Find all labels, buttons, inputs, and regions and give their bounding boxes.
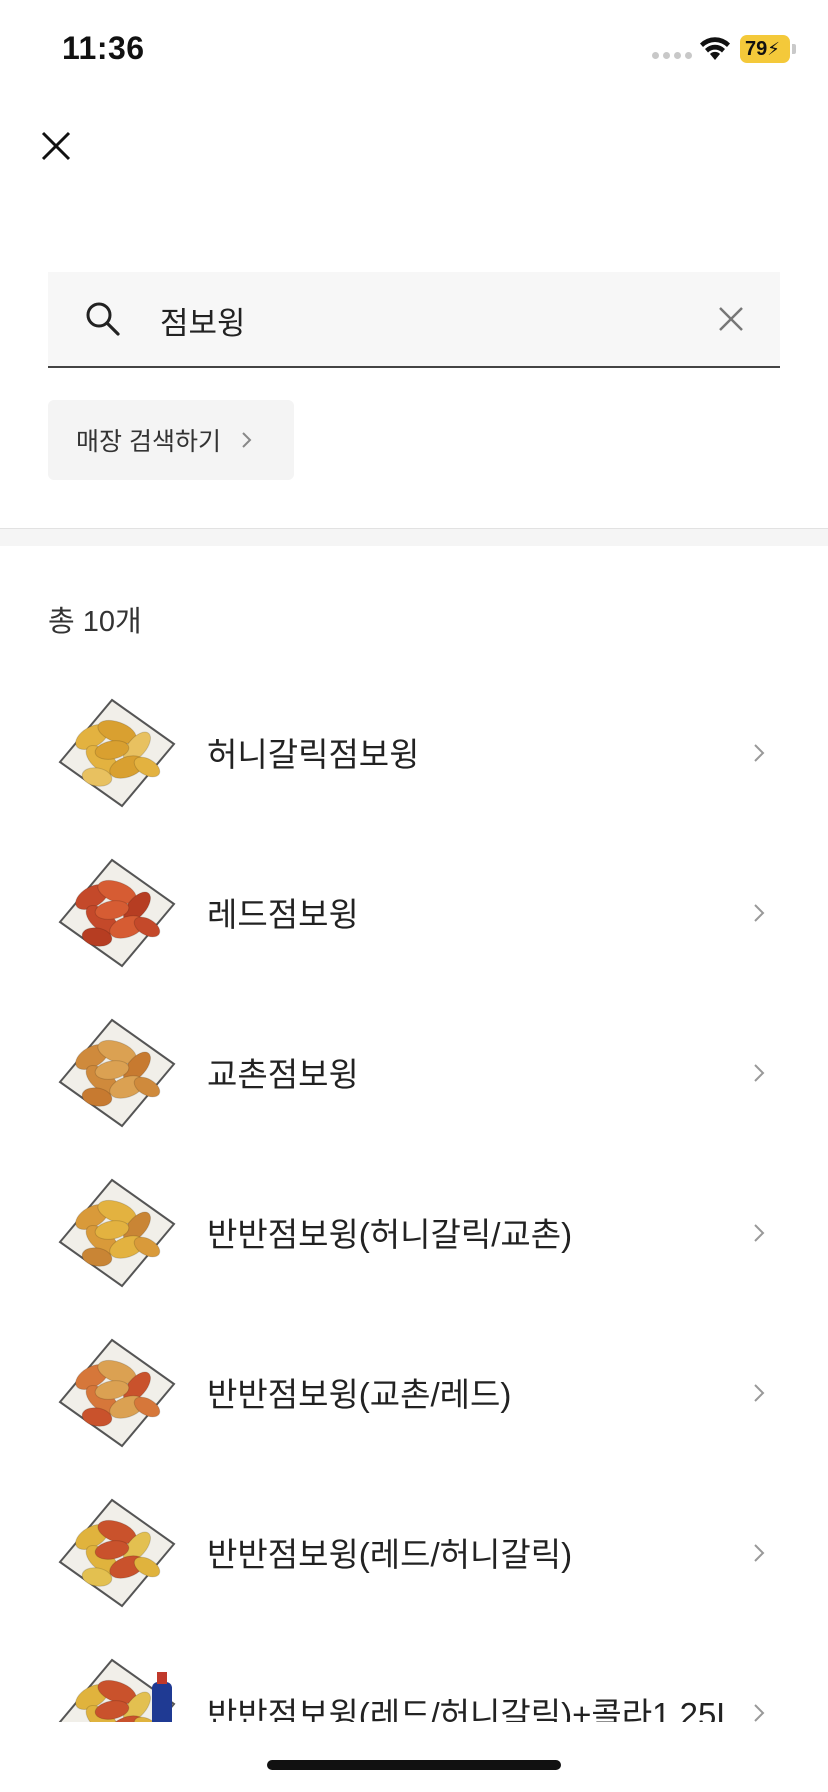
menu-thumbnail	[58, 1178, 176, 1288]
list-item[interactable]: 반반점보윙(레드/허니갈릭)	[0, 1472, 828, 1632]
home-indicator[interactable]	[267, 1760, 561, 1770]
status-time: 11:36	[62, 30, 145, 66]
wifi-icon	[700, 37, 730, 60]
chevron-right-icon	[754, 1384, 765, 1402]
list-item[interactable]: 레드점보윙	[0, 832, 828, 992]
store-search-button[interactable]: 매장 검색하기	[48, 400, 294, 480]
menu-thumbnail	[58, 858, 176, 968]
menu-thumbnail	[58, 1018, 176, 1128]
chevron-right-icon	[754, 744, 765, 762]
menu-item-name: 반반점보윙(레드/허니갈릭)+콜라1.25L	[207, 1696, 735, 1722]
close-icon[interactable]	[36, 126, 76, 166]
chevron-right-icon	[754, 1544, 765, 1562]
list-item[interactable]: 교촌점보윙	[0, 992, 828, 1152]
chevron-right-icon	[754, 1704, 765, 1722]
battery-level: 79	[745, 38, 768, 60]
chevron-right-icon	[754, 1064, 765, 1082]
list-item[interactable]: 반반점보윙(교촌/레드)	[0, 1312, 828, 1472]
menu-item-name: 허니갈릭점보윙	[207, 736, 420, 773]
cellular-signal-icon	[652, 52, 692, 59]
result-count: 총 10개	[48, 606, 142, 638]
status-bar: 11:36 79⚡	[0, 0, 828, 100]
search-input[interactable]	[160, 292, 680, 348]
result-list: 허니갈릭점보윙레드점보윙교촌점보윙반반점보윙(허니갈릭/교촌) 반반점보윙(교촌/…	[0, 672, 828, 1722]
battery-tip	[792, 44, 796, 54]
clear-search-icon[interactable]	[716, 304, 746, 334]
menu-item-name: 교촌점보윙	[207, 1056, 359, 1093]
store-search-label: 매장 검색하기	[76, 428, 221, 456]
chevron-right-icon	[754, 904, 765, 922]
menu-thumbnail	[58, 698, 176, 808]
chevron-right-icon	[754, 1224, 765, 1242]
chevron-right-icon	[242, 432, 252, 448]
menu-item-name: 반반점보윙(허니갈릭/교촌)	[207, 1216, 573, 1253]
section-divider	[0, 528, 828, 546]
search-icon	[86, 302, 120, 336]
list-item[interactable]: 반반점보윙(레드/허니갈릭)+콜라1.25L	[0, 1632, 828, 1722]
menu-thumbnail	[58, 1338, 176, 1448]
menu-thumbnail	[58, 1658, 176, 1722]
menu-thumbnail	[58, 1498, 176, 1608]
search-bar	[48, 272, 780, 368]
menu-item-name: 반반점보윙(레드/허니갈릭)	[207, 1536, 573, 1573]
menu-item-name: 반반점보윙(교촌/레드)	[207, 1376, 512, 1413]
battery-icon: 79⚡	[740, 35, 790, 63]
list-item[interactable]: 허니갈릭점보윙	[0, 672, 828, 832]
menu-item-name: 레드점보윙	[207, 896, 359, 933]
list-item[interactable]: 반반점보윙(허니갈릭/교촌)	[0, 1152, 828, 1312]
